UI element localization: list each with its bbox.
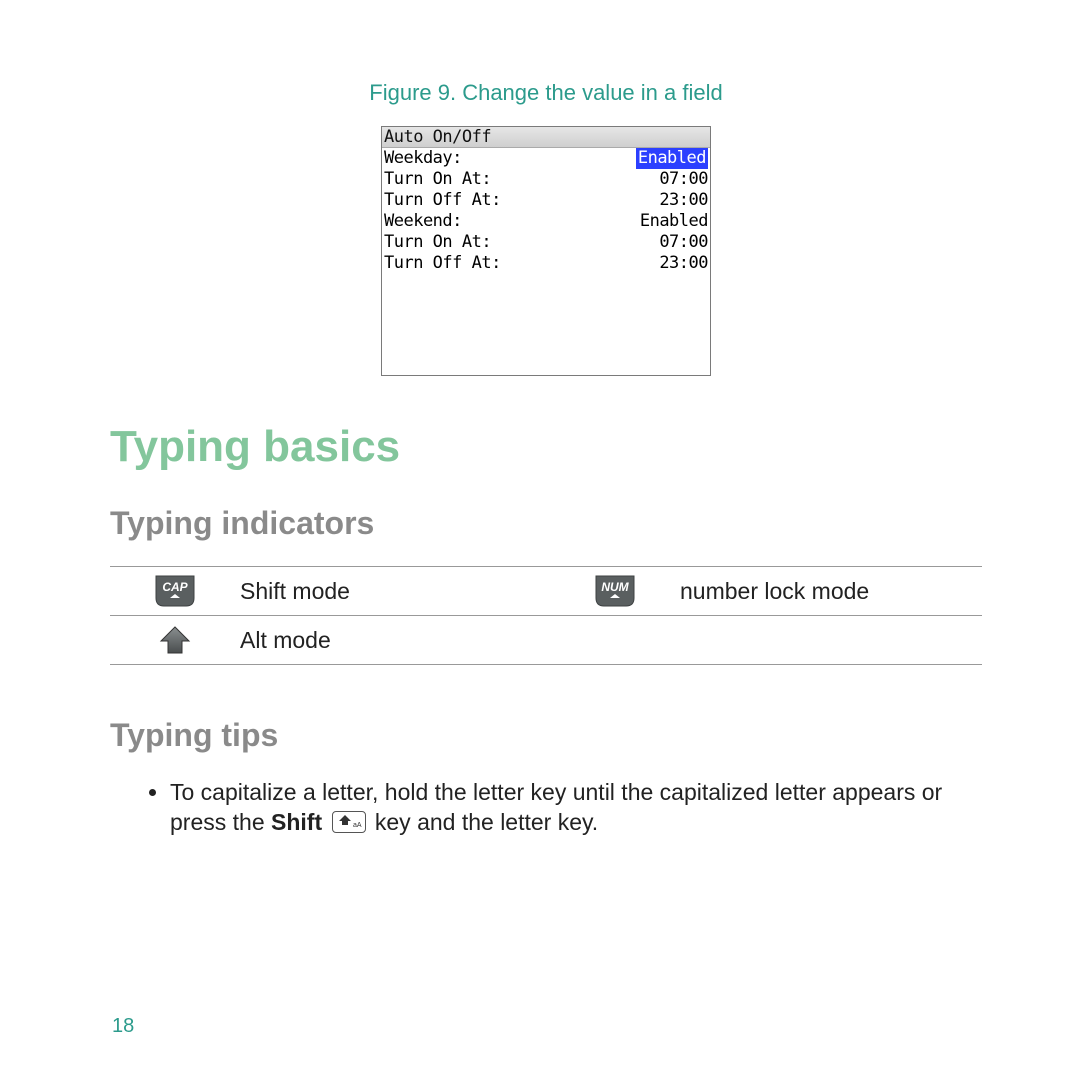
device-row-label: Turn Off At: xyxy=(384,190,501,211)
device-row-value: 23:00 xyxy=(659,253,708,274)
figure-caption: Figure 9. Change the value in a field xyxy=(110,80,982,106)
device-row-label: Turn On At: xyxy=(384,169,491,190)
device-row-value: 07:00 xyxy=(659,232,708,253)
device-row-value: 07:00 xyxy=(659,169,708,190)
device-row-value: 23:00 xyxy=(659,190,708,211)
table-row: CAP Shift mode NUM number lock mode xyxy=(110,567,982,616)
device-row: Turn On At: 07:00 xyxy=(382,169,710,190)
alt-icon xyxy=(154,623,196,657)
device-row: Weekend: Enabled xyxy=(382,211,710,232)
device-title: Auto On/Off xyxy=(382,127,710,148)
shift-key-icon: aA xyxy=(332,811,366,833)
table-row: Alt mode xyxy=(110,616,982,665)
device-row: Turn Off At: 23:00 xyxy=(382,253,710,274)
num-icon: NUM xyxy=(594,574,636,608)
device-row-label: Weekend: xyxy=(384,211,462,232)
device-row: Turn Off At: 23:00 xyxy=(382,190,710,211)
svg-text:aA: aA xyxy=(353,822,362,829)
page-number: 18 xyxy=(112,1015,134,1038)
indicator-label: Alt mode xyxy=(240,616,550,665)
indicator-label: number lock mode xyxy=(680,567,982,616)
svg-text:NUM: NUM xyxy=(601,580,629,594)
list-item: To capitalize a letter, hold the letter … xyxy=(170,778,982,838)
cap-icon: CAP xyxy=(154,574,196,608)
tip-text: key and the letter key. xyxy=(369,809,599,835)
heading-typing-basics: Typing basics xyxy=(110,422,982,472)
device-row-label: Weekday: xyxy=(384,148,462,169)
svg-text:CAP: CAP xyxy=(162,580,188,594)
heading-typing-tips: Typing tips xyxy=(110,717,982,754)
device-row: Turn On At: 07:00 xyxy=(382,232,710,253)
typing-indicators-table: CAP Shift mode NUM number lock mode xyxy=(110,566,982,665)
device-row-value: Enabled xyxy=(636,148,708,169)
device-row-value: Enabled xyxy=(640,211,708,232)
device-screenshot: Auto On/Off Weekday: Enabled Turn On At:… xyxy=(381,126,711,376)
device-row-label: Turn Off At: xyxy=(384,253,501,274)
tip-bold: Shift xyxy=(271,809,322,835)
typing-tips-list: To capitalize a letter, hold the letter … xyxy=(170,778,982,838)
device-row-label: Turn On At: xyxy=(384,232,491,253)
heading-typing-indicators: Typing indicators xyxy=(110,505,982,542)
device-row: Weekday: Enabled xyxy=(382,148,710,169)
indicator-label: Shift mode xyxy=(240,567,550,616)
